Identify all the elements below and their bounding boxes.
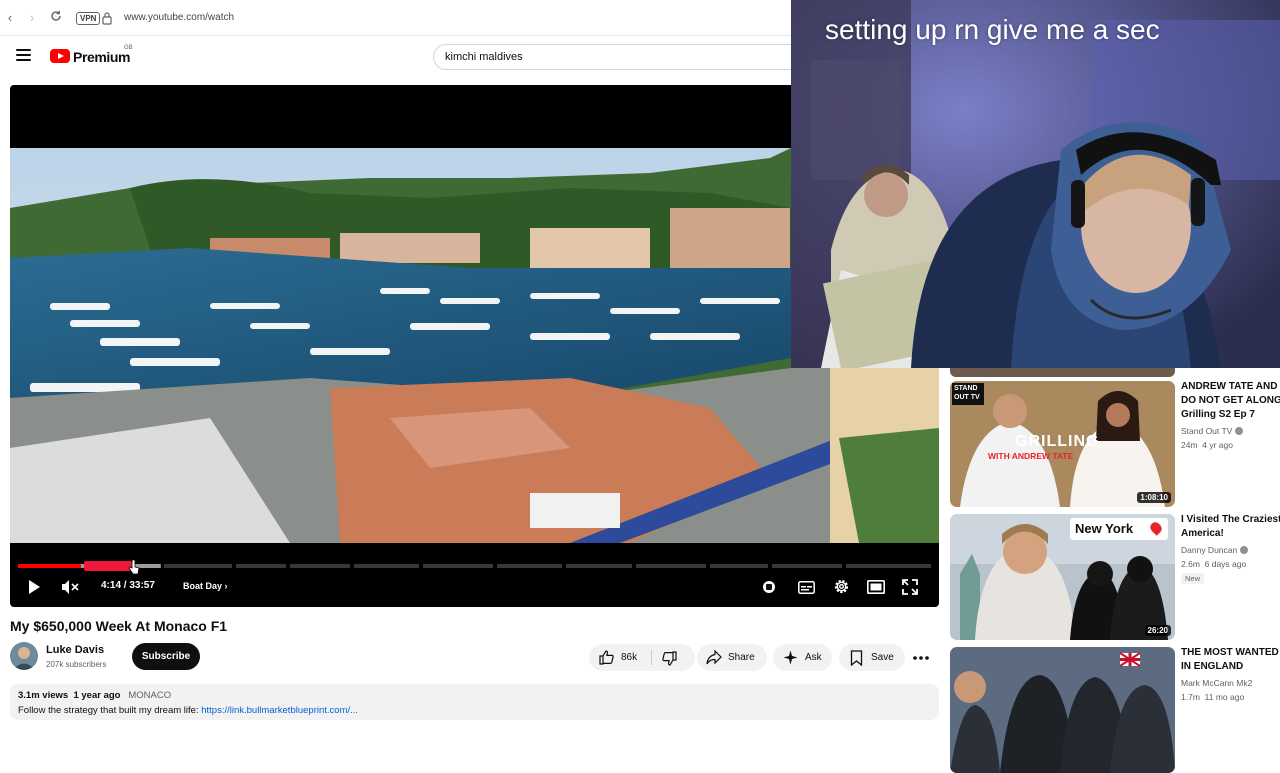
description-link[interactable]: https://link.bullmarketblueprint.com/...	[201, 705, 358, 716]
progress-played	[18, 564, 81, 568]
bookmark-icon	[850, 650, 863, 666]
rec-age: 6 days ago	[1204, 559, 1247, 569]
rec-title-line: IN ENGLAND	[1181, 661, 1244, 672]
rec-title-line: DO NOT GET ALONG |	[1181, 395, 1280, 406]
subscriber-count: 207k subscribers	[46, 660, 107, 669]
theater-mode-icon[interactable]	[867, 580, 885, 594]
rec-thumb-subtext: WITH ANDREW TATE	[988, 451, 1074, 461]
rec-stats: 24m 4 yr ago	[1181, 440, 1233, 450]
rec-duration: 1:08:10	[1137, 492, 1171, 503]
rec-title[interactable]: ANDREW TATE AND C DO NOT GET ALONG | Gri…	[1181, 380, 1280, 422]
rec-channel-name: Danny Duncan	[1181, 545, 1238, 555]
rec-thumbnail-image	[950, 514, 1175, 640]
search-input[interactable]: kimchi maldives	[433, 44, 805, 70]
channel-name[interactable]: Luke Davis	[46, 644, 104, 656]
ask-button[interactable]: Ask	[773, 644, 832, 671]
play-icon[interactable]	[27, 580, 41, 594]
verified-badge-icon	[1240, 546, 1249, 554]
rec-channel-name: Stand Out TV	[1181, 426, 1233, 436]
muted-volume-icon[interactable]	[61, 579, 79, 595]
rec-thumb-partial[interactable]	[950, 368, 1175, 377]
rec-thumb-text: New York	[1075, 521, 1134, 536]
region-code: GB	[124, 45, 133, 51]
premium-logo-text[interactable]: Premium	[73, 49, 131, 65]
chapter-button[interactable]: Boat Day ›	[183, 581, 228, 591]
menu-icon[interactable]	[16, 49, 31, 63]
captions-icon[interactable]	[798, 581, 815, 594]
rec-stats: 1.7m 11 mo ago	[1181, 692, 1244, 702]
forward-icon[interactable]: ›	[24, 10, 40, 26]
view-count: 3.1m views	[18, 690, 69, 701]
rec-title-line: I Visited The Craziest C	[1181, 514, 1280, 525]
rec-title[interactable]: THE MOST WANTED D IN ENGLAND	[1181, 646, 1280, 674]
like-dislike-group: 86k	[589, 644, 695, 671]
like-count: 86k	[621, 652, 638, 663]
thumbs-down-icon[interactable]	[662, 651, 677, 666]
thumbs-up-icon	[599, 650, 614, 665]
video-title: My $650,000 Week At Monaco F1	[10, 618, 228, 634]
ask-label: Ask	[805, 652, 822, 663]
rec-thumbnail[interactable]	[950, 647, 1175, 773]
description-text: Follow the strategy that built my dream …	[18, 705, 358, 716]
youtube-logo-icon[interactable]	[50, 49, 70, 63]
like-separator	[651, 650, 652, 665]
vpn-badge[interactable]: VPN	[76, 12, 101, 25]
channel-avatar[interactable]	[10, 642, 38, 670]
chapter-label: Boat Day	[183, 581, 223, 591]
share-label: Share	[728, 652, 755, 663]
rec-title-line: THE MOST WANTED D	[1181, 647, 1280, 658]
new-badge: New	[1181, 573, 1205, 584]
description-meta: 3.1m views 1 year ago MONACO	[18, 690, 171, 701]
like-button[interactable]: 86k	[589, 644, 651, 671]
save-label: Save	[871, 652, 894, 663]
verified-badge-icon	[1235, 427, 1244, 435]
rec-channel-name: Mark McCann Mk2	[1181, 678, 1253, 688]
rec-thumb-logo: STAND OUT TV	[954, 385, 980, 401]
rec-age: 4 yr ago	[1202, 440, 1233, 450]
rec-channel[interactable]: Danny Duncan	[1181, 545, 1249, 555]
subscribe-button[interactable]: Subscribe	[132, 643, 200, 670]
hashtag[interactable]: MONACO	[128, 690, 171, 701]
share-button[interactable]: Share	[697, 644, 767, 671]
rec-title-line: Grilling S2 Ep 7	[1181, 409, 1255, 420]
rec-thumbnail[interactable]: STAND OUT TV GRILLING WITH ANDREW TATE 1…	[950, 381, 1175, 507]
rec-title[interactable]: I Visited The Craziest C America!	[1181, 513, 1280, 541]
address-bar-url[interactable]: www.youtube.com/watch	[124, 12, 234, 23]
time-display: 4:14 / 33:57	[101, 580, 155, 591]
rec-thumbnail[interactable]: New York 26:20	[950, 514, 1175, 640]
progress-hover-chapter[interactable]	[84, 561, 133, 571]
webcam-overlay	[791, 0, 1280, 368]
lock-icon	[102, 12, 112, 25]
youtube-masthead: Premium GB kimchi maldives	[0, 36, 805, 80]
more-actions-icon[interactable]	[911, 648, 931, 668]
sparkle-icon	[783, 650, 798, 665]
rec-age: 11 mo ago	[1204, 692, 1245, 702]
description-box[interactable]: 3.1m views 1 year ago MONACO Follow the …	[10, 684, 939, 720]
rec-views: 1.7m	[1181, 692, 1200, 702]
progress-bar[interactable]	[18, 561, 931, 571]
rec-title-line: America!	[1181, 528, 1224, 539]
rec-channel[interactable]: Mark McCann Mk2	[1181, 678, 1252, 688]
back-icon[interactable]: ‹	[2, 10, 18, 26]
rec-thumb-text: GRILLING	[1015, 433, 1100, 450]
stream-overlay-caption: setting up rn give me a sec	[825, 14, 1160, 45]
rec-views: 24m	[1181, 440, 1198, 450]
rec-thumbnail-image	[950, 647, 1175, 773]
save-button[interactable]: Save	[839, 644, 905, 671]
chevron-right-icon: ›	[224, 581, 228, 591]
upload-age: 1 year ago	[73, 690, 121, 701]
rec-stats: 2.6m 6 days ago	[1181, 559, 1246, 569]
browser-toolbar: ‹ › VPN www.youtube.com/watch	[0, 0, 792, 36]
description-body: Follow the strategy that built my dream …	[18, 705, 202, 716]
share-icon	[706, 650, 722, 665]
fullscreen-icon[interactable]	[902, 579, 918, 595]
rec-views: 2.6m	[1181, 559, 1200, 569]
settings-gear-icon[interactable]	[833, 578, 850, 595]
mouse-cursor-icon	[128, 559, 140, 575]
rec-title-line: ANDREW TATE AND C	[1181, 381, 1280, 392]
rec-duration: 26:20	[1144, 625, 1171, 636]
autoplay-toggle[interactable]	[763, 581, 775, 593]
reload-icon[interactable]	[48, 10, 64, 26]
rec-channel[interactable]: Stand Out TV	[1181, 426, 1244, 436]
